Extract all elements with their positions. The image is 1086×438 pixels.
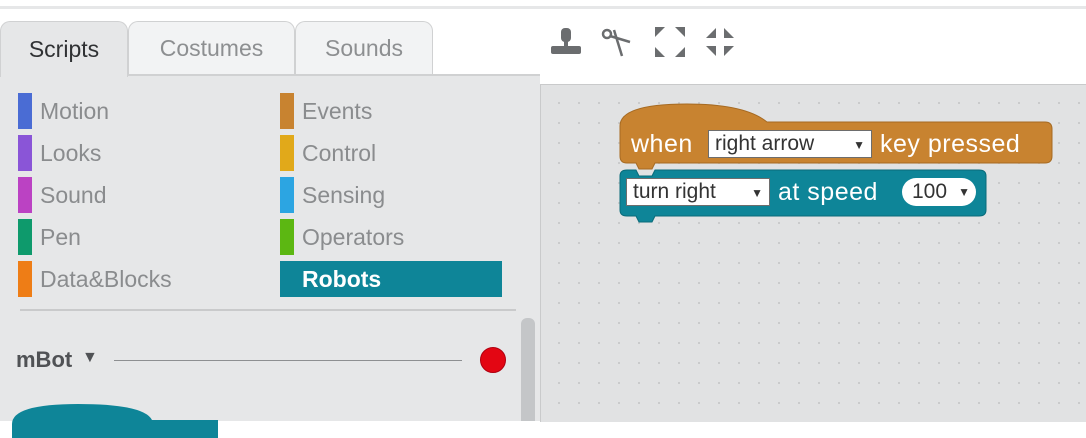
category-control-label: Control <box>302 139 377 166</box>
category-control-swatch <box>280 135 294 171</box>
tab-costumes-label: Costumes <box>159 35 264 61</box>
category-sound-swatch <box>18 177 32 213</box>
category-sound[interactable]: Sound <box>18 177 258 213</box>
category-data-blocks[interactable]: Data&Blocks <box>18 261 258 297</box>
speed-select-arrow-icon: ▼ <box>958 185 970 199</box>
direction-select-dropdown[interactable]: turn right ▼ <box>626 178 770 206</box>
category-data-blocks-swatch <box>18 261 32 297</box>
category-motion-swatch <box>18 93 32 129</box>
stamp-icon[interactable] <box>548 24 584 60</box>
shrink-icon[interactable] <box>702 24 738 60</box>
tab-scripts[interactable]: Scripts <box>0 21 128 77</box>
category-operators[interactable]: Operators <box>280 219 502 255</box>
category-sound-label: Sound <box>40 181 107 208</box>
category-sensing-swatch <box>280 177 294 213</box>
device-header: mBot ▼ <box>16 345 511 377</box>
category-looks-label: Looks <box>40 139 102 166</box>
category-looks-swatch <box>18 135 32 171</box>
category-pen[interactable]: Pen <box>18 219 258 255</box>
tab-scripts-label: Scripts <box>28 36 100 62</box>
category-robots[interactable]: Robots <box>280 261 502 297</box>
category-pen-label: Pen <box>40 223 81 250</box>
tab-sounds[interactable]: Sounds <box>295 21 433 75</box>
palette-scrollbar-thumb[interactable] <box>521 318 535 421</box>
category-motion[interactable]: Motion <box>18 93 258 129</box>
hat-block-prefix: when <box>631 130 693 158</box>
category-events[interactable]: Events <box>280 93 502 129</box>
direction-select-arrow-icon: ▼ <box>751 186 763 200</box>
category-operators-swatch <box>280 219 294 255</box>
device-label: mBot <box>16 347 73 372</box>
key-select-dropdown[interactable]: right arrow ▼ <box>708 130 872 158</box>
top-border <box>0 0 1086 9</box>
hat-block-suffix: key pressed <box>880 130 1021 158</box>
tab-sounds-label: Sounds <box>324 35 403 61</box>
cut-icon[interactable] <box>600 24 636 60</box>
direction-select-value: turn right <box>633 180 716 203</box>
palette-hat-block-preview[interactable] <box>12 398 218 438</box>
command-block-middle-text: at speed <box>778 178 878 206</box>
category-control[interactable]: Control <box>280 135 502 171</box>
category-events-swatch <box>280 93 294 129</box>
category-sensing-label: Sensing <box>302 181 386 208</box>
tab-costumes[interactable]: Costumes <box>128 21 295 75</box>
device-dropdown-arrow-icon[interactable]: ▼ <box>82 349 98 367</box>
category-pen-swatch <box>18 219 32 255</box>
category-data-blocks-label: Data&Blocks <box>40 265 172 292</box>
grow-icon[interactable] <box>652 24 688 60</box>
key-select-arrow-icon: ▼ <box>853 138 865 152</box>
category-events-label: Events <box>302 97 373 124</box>
category-sensing[interactable]: Sensing <box>280 177 502 213</box>
speed-select-value: 100 <box>912 180 948 203</box>
connection-status-indicator <box>480 347 506 373</box>
key-select-value: right arrow <box>715 132 815 155</box>
category-operators-label: Operators <box>302 223 405 250</box>
speed-select-input[interactable]: 100 ▼ <box>902 178 976 206</box>
category-looks[interactable]: Looks <box>18 135 258 171</box>
category-motion-label: Motion <box>40 97 110 124</box>
category-robots-label: Robots <box>302 265 382 292</box>
palette-divider <box>20 309 516 311</box>
device-separator-line <box>114 360 462 361</box>
